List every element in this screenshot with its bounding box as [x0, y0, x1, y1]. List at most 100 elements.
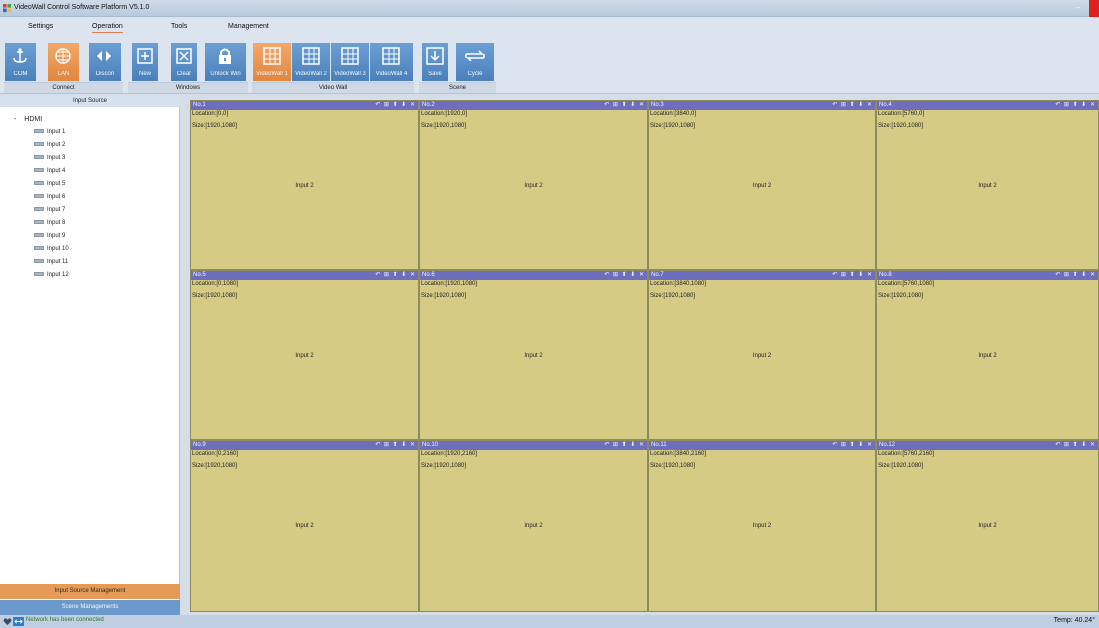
window-location: Location:[0,1080]: [192, 281, 239, 287]
window-header[interactable]: No.4 ↶ ⊞ ⬆ ⬇ ✕: [877, 101, 1098, 110]
clear-button[interactable]: Clear: [171, 43, 197, 81]
window-source: Input 2: [295, 523, 314, 529]
input-item[interactable]: Input 9: [34, 231, 65, 241]
close-button[interactable]: [1089, 0, 1099, 17]
input-port-icon: [34, 259, 44, 264]
wall-window-12[interactable]: No.12 ↶ ⊞ ⬆ ⬇ ✕ Location:[5760,2160] Size…: [876, 440, 1099, 612]
wall-window-11[interactable]: No.11 ↶ ⊞ ⬆ ⬇ ✕ Location:[3840,2160] Size…: [648, 440, 876, 612]
new-window-icon: [137, 48, 153, 64]
videowall-1-button[interactable]: VideoWall 1: [253, 43, 291, 81]
window-tools-icons[interactable]: ↶ ⊞ ⬆ ⬇ ✕: [1055, 101, 1096, 110]
window-location: Location:[5760,1080]: [878, 281, 935, 287]
input-port-icon: [34, 168, 44, 173]
wall-window-5[interactable]: No.5 ↶ ⊞ ⬆ ⬇ ✕ Location:[0,1080] Size:[19…: [190, 270, 419, 440]
window-header[interactable]: No.10 ↶ ⊞ ⬆ ⬇ ✕: [420, 441, 647, 450]
window-tools-icons[interactable]: ↶ ⊞ ⬆ ⬇ ✕: [832, 271, 873, 280]
window-location: Location:[5760,0]: [878, 111, 925, 117]
wall-window-4[interactable]: No.4 ↶ ⊞ ⬆ ⬇ ✕ Location:[5760,0] Size:[19…: [876, 100, 1099, 270]
input-item[interactable]: Input 12: [34, 270, 69, 280]
window-tools-icons[interactable]: ↶ ⊞ ⬆ ⬇ ✕: [604, 101, 645, 110]
input-item[interactable]: Input 6: [34, 192, 65, 202]
wall-window-1[interactable]: No.1 ↶ ⊞ ⬆ ⬇ ✕ Location:[0,0] Size:[1920,…: [190, 100, 419, 270]
window-location: Location:[1920,1080]: [421, 281, 478, 287]
window-header[interactable]: No.5 ↶ ⊞ ⬆ ⬇ ✕: [191, 271, 418, 280]
wall-window-9[interactable]: No.9 ↶ ⊞ ⬆ ⬇ ✕ Location:[0,2160] Size:[19…: [190, 440, 419, 612]
input-item[interactable]: Input 10: [34, 244, 69, 254]
temperature-readout: Temp: 40.24°: [1053, 617, 1095, 624]
disconnect-button[interactable]: Discon: [89, 43, 121, 81]
collapse-toggle-icon[interactable]: -: [14, 116, 16, 123]
wall-window-7[interactable]: No.7 ↶ ⊞ ⬆ ⬇ ✕ Location:[3840,1080] Size:…: [648, 270, 876, 440]
minimize-button[interactable]: –: [1073, 3, 1083, 13]
lan-button[interactable]: LAN: [48, 43, 79, 81]
wall-window-2[interactable]: No.2 ↶ ⊞ ⬆ ⬇ ✕ Location:[1920,0] Size:[19…: [419, 100, 648, 270]
group-video-wall: Video Wall: [252, 82, 414, 93]
input-item[interactable]: Input 1: [34, 127, 65, 137]
unlock-window-button[interactable]: Unlock Win: [205, 43, 246, 81]
window-tools-icons[interactable]: ↶ ⊞ ⬆ ⬇ ✕: [604, 271, 645, 280]
input-item[interactable]: Input 3: [34, 153, 65, 163]
tab-management[interactable]: Management: [228, 23, 269, 30]
window-header[interactable]: No.9 ↶ ⊞ ⬆ ⬇ ✕: [191, 441, 418, 450]
cycle-scene-button[interactable]: Cycle: [456, 43, 494, 81]
input-source-management-button[interactable]: Input Source Management: [0, 584, 180, 599]
window-tools-icons[interactable]: ↶ ⊞ ⬆ ⬇ ✕: [375, 441, 416, 450]
window-tools-icons[interactable]: ↶ ⊞ ⬆ ⬇ ✕: [832, 101, 873, 110]
window-header[interactable]: No.6 ↶ ⊞ ⬆ ⬇ ✕: [420, 271, 647, 280]
cycle-icon: [465, 50, 485, 62]
window-size: Size:[1920,1080]: [192, 123, 238, 129]
window-header[interactable]: No.11 ↶ ⊞ ⬆ ⬇ ✕: [649, 441, 875, 450]
window-header[interactable]: No.2 ↶ ⊞ ⬆ ⬇ ✕: [420, 101, 647, 110]
clear-icon: [176, 48, 192, 64]
scene-managements-button[interactable]: Scene Managements: [0, 600, 180, 615]
window-location: Location:[3840,0]: [650, 111, 697, 117]
window-header[interactable]: No.1 ↶ ⊞ ⬆ ⬇ ✕: [191, 101, 418, 110]
window-source: Input 2: [524, 353, 543, 359]
input-source-panel: Input Source - HDMI Input 1 Input 2 Inpu…: [0, 95, 180, 615]
group-connect: Connect: [4, 82, 123, 93]
window-header[interactable]: No.3 ↶ ⊞ ⬆ ⬇ ✕: [649, 101, 875, 110]
video-wall-canvas[interactable]: No.1 ↶ ⊞ ⬆ ⬇ ✕ Location:[0,0] Size:[1920,…: [190, 100, 1099, 612]
window-header[interactable]: No.12 ↶ ⊞ ⬆ ⬇ ✕: [877, 441, 1098, 450]
status-bar: Network has been connected Temp: 40.24°: [0, 615, 1099, 628]
videowall-4-button[interactable]: VideoWall 4: [370, 43, 413, 81]
input-item[interactable]: Input 4: [34, 166, 65, 176]
tree-root-hdmi[interactable]: - HDMI: [14, 116, 42, 123]
wall-window-3[interactable]: No.3 ↶ ⊞ ⬆ ⬇ ✕ Location:[3840,0] Size:[19…: [648, 100, 876, 270]
window-source: Input 2: [978, 183, 997, 189]
input-item[interactable]: Input 7: [34, 205, 65, 215]
tab-operation[interactable]: Operation: [92, 23, 123, 33]
new-window-button[interactable]: New: [132, 43, 158, 81]
tab-settings[interactable]: Settings: [28, 23, 53, 30]
input-item[interactable]: Input 8: [34, 218, 65, 228]
window-header[interactable]: No.8 ↶ ⊞ ⬆ ⬇ ✕: [877, 271, 1098, 280]
videowall-3-button[interactable]: VideoWall 3: [331, 43, 369, 81]
window-tools-icons[interactable]: ↶ ⊞ ⬆ ⬇ ✕: [1055, 271, 1096, 280]
input-item[interactable]: Input 5: [34, 179, 65, 189]
tree-root-label: HDMI: [24, 116, 43, 123]
window-tools-icons[interactable]: ↶ ⊞ ⬆ ⬇ ✕: [1055, 441, 1096, 450]
window-location: Location:[1920,0]: [421, 111, 468, 117]
window-tools-icons[interactable]: ↶ ⊞ ⬆ ⬇ ✕: [604, 441, 645, 450]
grid-icon: [263, 47, 281, 65]
wall-window-8[interactable]: No.8 ↶ ⊞ ⬆ ⬇ ✕ Location:[5760,1080] Size:…: [876, 270, 1099, 440]
input-item[interactable]: Input 2: [34, 140, 65, 150]
window-location: Location:[0,2160]: [192, 451, 239, 457]
input-port-icon: [34, 233, 44, 238]
window-header[interactable]: No.7 ↶ ⊞ ⬆ ⬇ ✕: [649, 271, 875, 280]
input-item[interactable]: Input 11: [34, 257, 68, 267]
group-scene: Scene: [419, 82, 496, 93]
tab-tools[interactable]: Tools: [171, 23, 187, 30]
input-port-icon: [34, 246, 44, 251]
window-tools-icons[interactable]: ↶ ⊞ ⬆ ⬇ ✕: [375, 101, 416, 110]
window-tools-icons[interactable]: ↶ ⊞ ⬆ ⬇ ✕: [375, 271, 416, 280]
com-button[interactable]: COM: [5, 43, 36, 81]
heart-icon: [3, 618, 12, 626]
window-tools-icons[interactable]: ↶ ⊞ ⬆ ⬇ ✕: [832, 441, 873, 450]
save-scene-button[interactable]: Save: [422, 43, 448, 81]
wall-window-10[interactable]: No.10 ↶ ⊞ ⬆ ⬇ ✕ Location:[1920,2160] Size…: [419, 440, 648, 612]
wall-window-6[interactable]: No.6 ↶ ⊞ ⬆ ⬇ ✕ Location:[1920,1080] Size:…: [419, 270, 648, 440]
window-size: Size:[1920,1080]: [878, 293, 924, 299]
ribbon: COM LAN Discon New Clear Unlock Win Vide…: [0, 41, 1099, 94]
videowall-2-button[interactable]: VideoWall 2: [292, 43, 330, 81]
